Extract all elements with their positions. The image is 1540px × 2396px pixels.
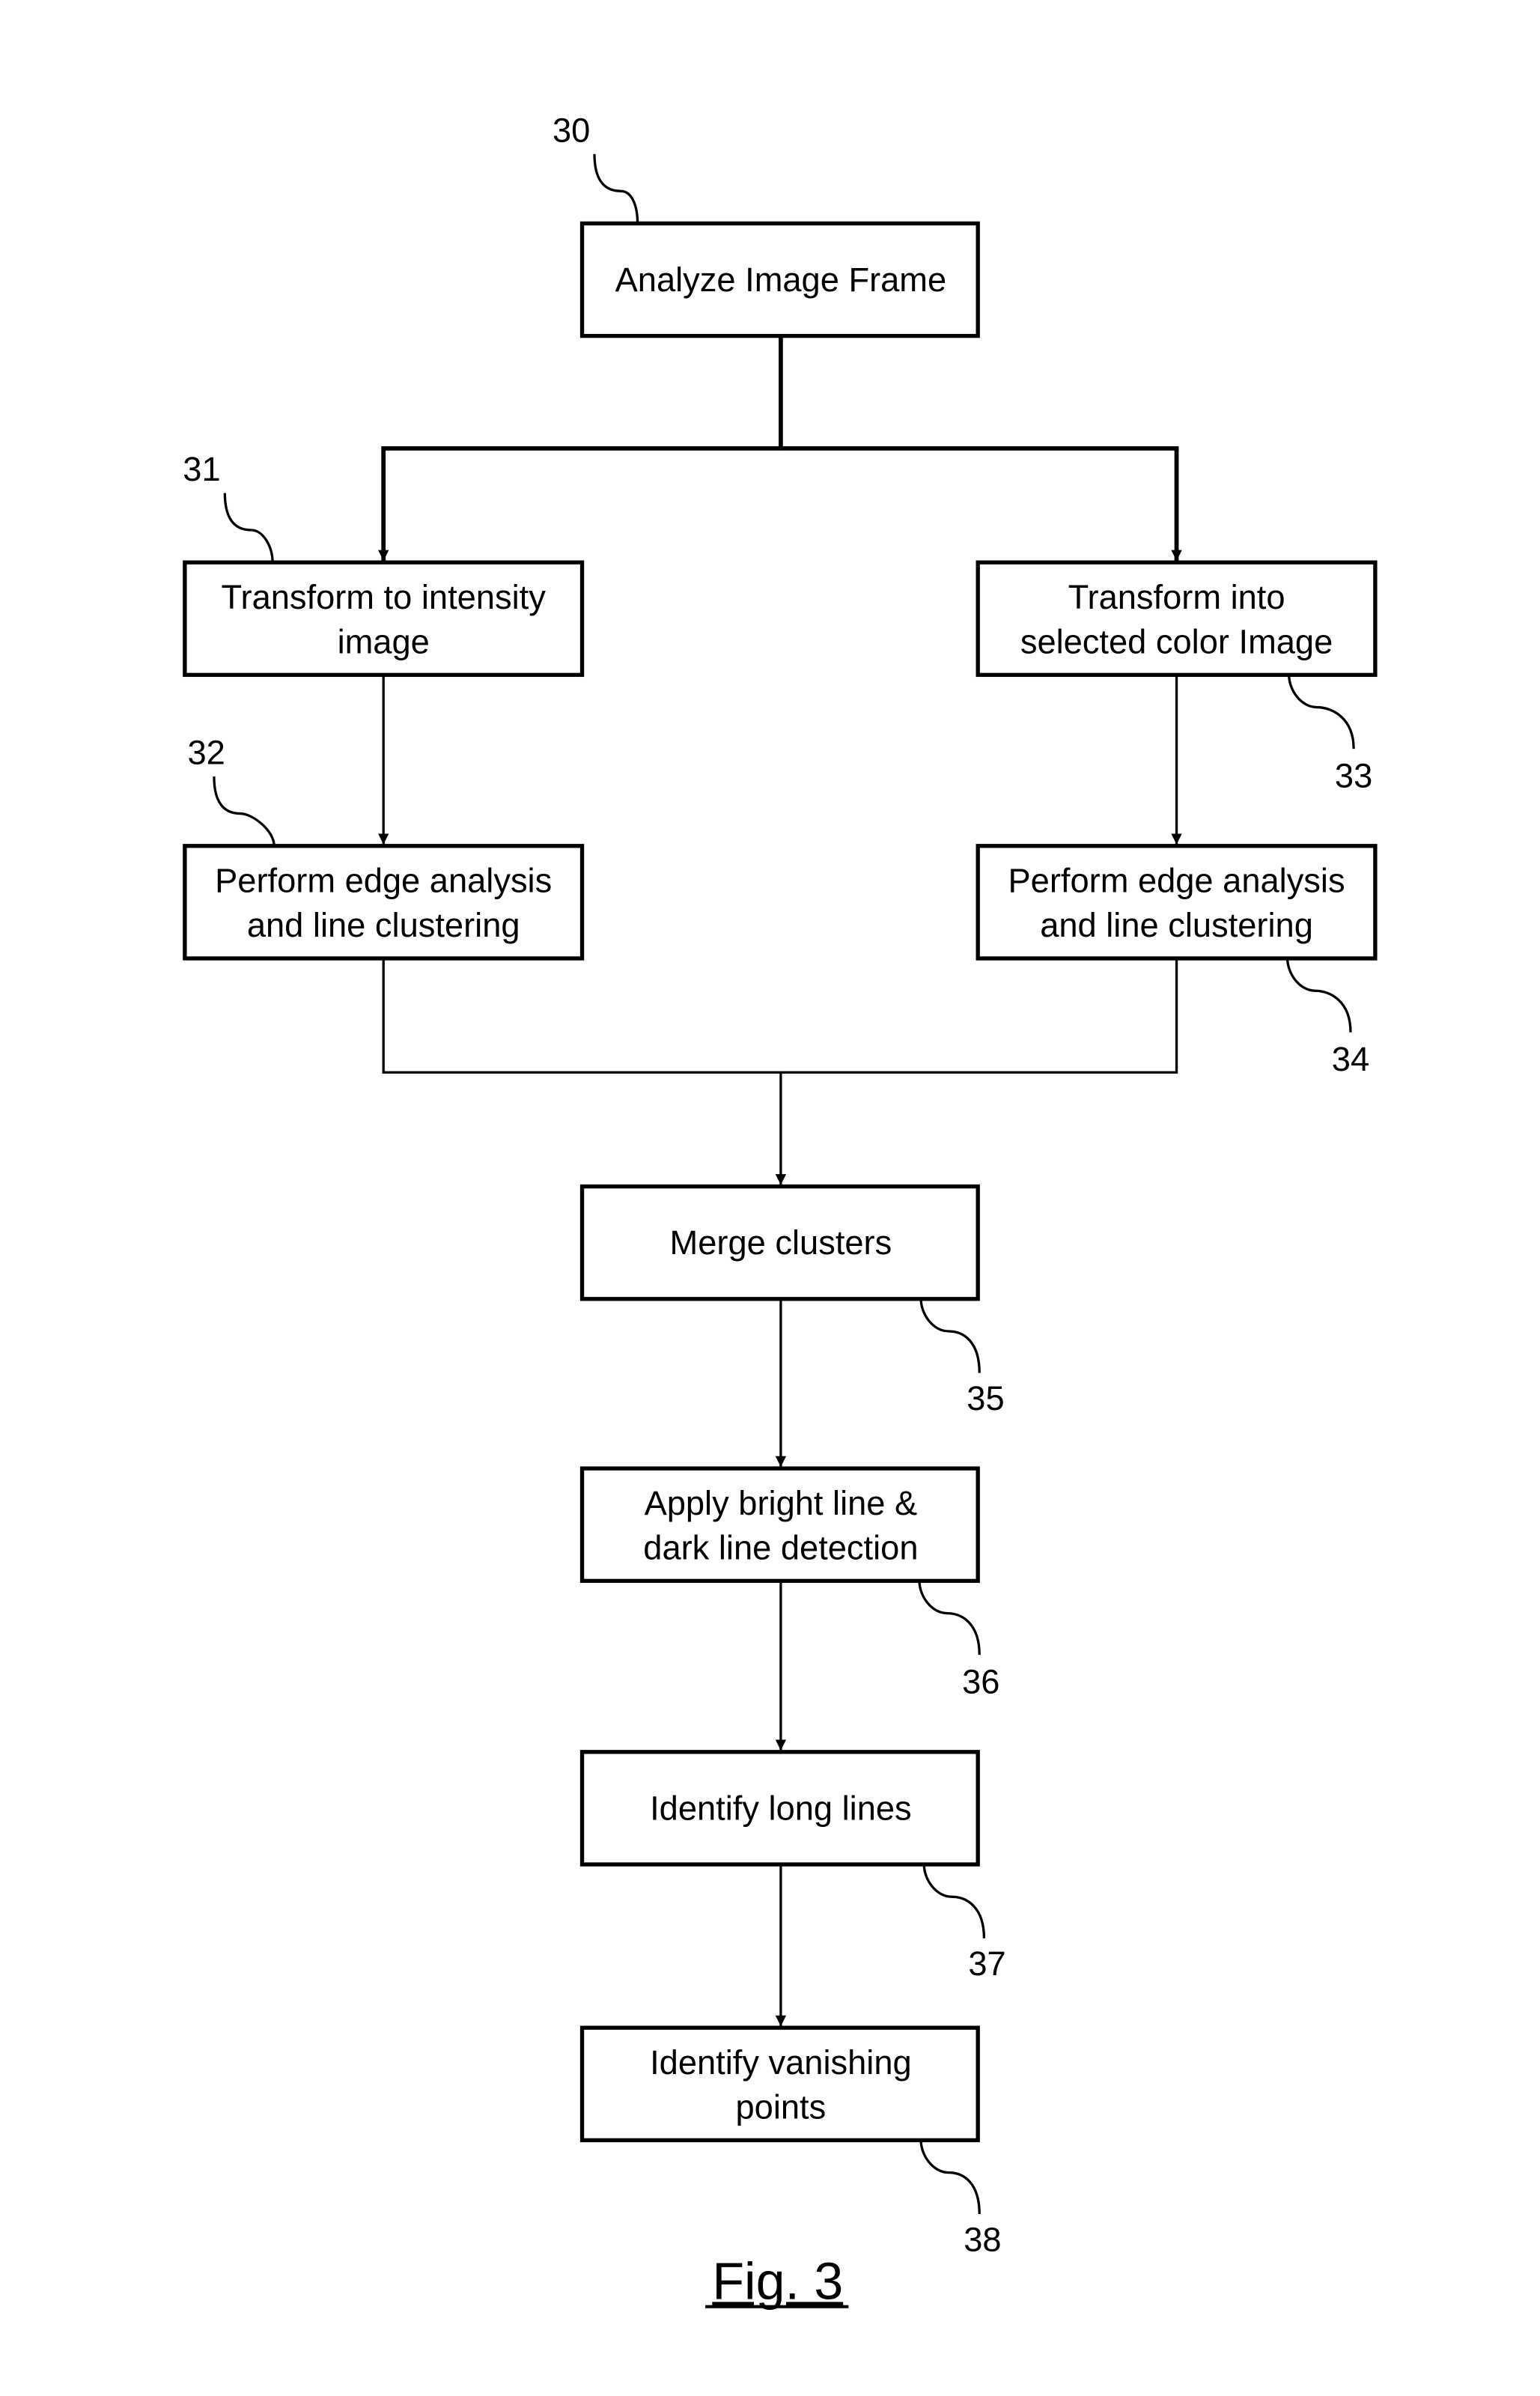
step-label-line-1: Perform edge analysis bbox=[1008, 862, 1345, 900]
step-35: Merge clusters 35 bbox=[579, 1184, 1005, 1417]
ref-leader bbox=[919, 2140, 981, 2215]
ref-leader bbox=[1288, 675, 1355, 749]
step-label-line-1: Transform to intensity bbox=[222, 578, 547, 616]
ref-numeral: 34 bbox=[1332, 1040, 1369, 1078]
step-label-line-1: Apply bright line & bbox=[645, 1484, 918, 1522]
ref-leader bbox=[593, 153, 639, 224]
step-37: Identify long lines 37 bbox=[579, 1750, 1006, 1983]
step-label-line-2: dark line detection bbox=[643, 1529, 918, 1567]
connector-32-to-merge bbox=[382, 958, 781, 1074]
step-label-line-2: and line clustering bbox=[247, 906, 520, 944]
step-label-line-2: image bbox=[338, 623, 430, 661]
ref-numeral: 33 bbox=[1335, 757, 1372, 795]
ref-leader bbox=[922, 1864, 986, 1939]
ref-numeral: 32 bbox=[187, 734, 225, 772]
ref-leader bbox=[1286, 958, 1352, 1033]
ref-leader bbox=[213, 776, 276, 846]
ref-leader bbox=[918, 1581, 981, 1655]
step-36: Apply bright line & dark line detection … bbox=[579, 1466, 999, 1701]
ref-numeral: 36 bbox=[962, 1663, 999, 1701]
ref-numeral: 31 bbox=[183, 450, 220, 488]
step-label-line-1: Identify vanishing bbox=[650, 2043, 912, 2082]
step-label: Analyze Image Frame bbox=[615, 261, 947, 299]
ref-numeral: 30 bbox=[553, 111, 590, 149]
step-label-line-1: Perform edge analysis bbox=[215, 862, 552, 900]
ref-leader bbox=[223, 493, 274, 563]
ref-leader bbox=[919, 1298, 981, 1373]
step-30: Analyze Image Frame 30 bbox=[553, 111, 980, 338]
connector-30-to-33 bbox=[780, 446, 1182, 562]
step-38: Identify vanishing points 38 bbox=[579, 2025, 1002, 2259]
step-label: Identify long lines bbox=[650, 1789, 912, 1827]
flowchart-diagram: Analyze Image Frame 30 Transform to inte… bbox=[183, 111, 1378, 2310]
step-label-line-1: Transform into bbox=[1068, 578, 1285, 616]
ref-numeral: 35 bbox=[967, 1379, 1004, 1417]
step-label: Merge clusters bbox=[670, 1223, 892, 1262]
step-label-line-2: selected color Image bbox=[1020, 623, 1333, 661]
ref-numeral: 37 bbox=[968, 1945, 1005, 1983]
connector-30-to-31 bbox=[377, 446, 781, 562]
connector-34-to-merge bbox=[780, 958, 1178, 1074]
step-label-line-2: points bbox=[736, 2088, 827, 2126]
step-label-line-2: and line clustering bbox=[1040, 906, 1313, 944]
figure-caption: Fig. 3 bbox=[712, 2251, 843, 2310]
ref-numeral: 38 bbox=[964, 2221, 1001, 2259]
